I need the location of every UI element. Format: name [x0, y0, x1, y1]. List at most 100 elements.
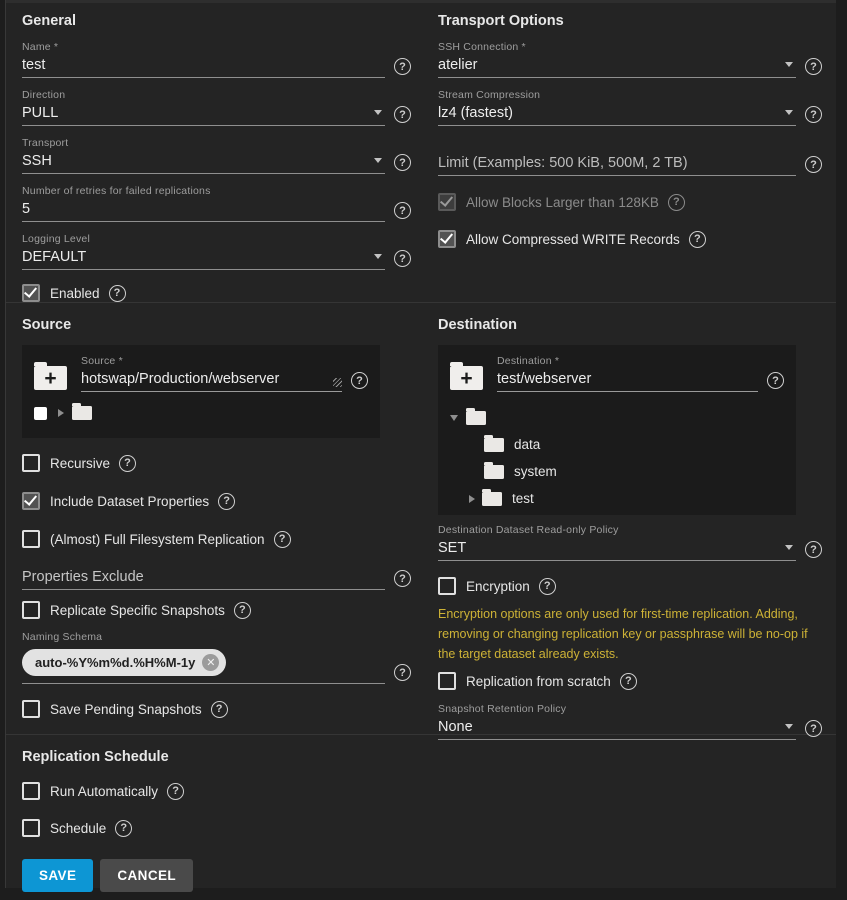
encryption-checkbox-row[interactable]: Encryption ? — [438, 577, 822, 595]
help-icon[interactable]: ? — [234, 602, 251, 619]
full-fs-checkbox[interactable] — [22, 530, 40, 548]
help-icon[interactable]: ? — [668, 194, 685, 211]
naming-schema-field: Naming Schema auto-%Y%m%d.%H%M-1y ✕ ? — [22, 631, 411, 684]
help-icon[interactable]: ? — [689, 231, 706, 248]
enabled-checkbox-row[interactable]: Enabled ? — [22, 284, 411, 302]
help-icon[interactable]: ? — [119, 455, 136, 472]
help-icon[interactable]: ? — [805, 58, 822, 75]
help-icon[interactable]: ? — [394, 154, 411, 171]
stream-compression-select[interactable]: lz4 (fastest) — [438, 105, 796, 126]
logging-level-select[interactable]: DEFAULT — [22, 249, 385, 270]
enabled-checkbox[interactable] — [22, 284, 40, 302]
help-icon[interactable]: ? — [394, 58, 411, 75]
chevron-right-icon[interactable] — [58, 409, 64, 417]
encryption-checkbox[interactable] — [438, 577, 456, 595]
properties-exclude-input[interactable]: Properties Exclude — [22, 569, 385, 590]
allow-blocks-label: Allow Blocks Larger than 128KB — [466, 195, 659, 210]
destination-tree-row-system[interactable]: system — [450, 458, 784, 485]
chevron-right-icon[interactable] — [469, 495, 475, 503]
retries-input[interactable]: 5 — [22, 201, 385, 222]
help-icon[interactable]: ? — [218, 493, 235, 510]
schedule-label: Schedule — [50, 821, 106, 836]
naming-schema-input[interactable]: auto-%Y%m%d.%H%M-1y ✕ — [22, 649, 385, 684]
resize-handle-icon[interactable] — [333, 378, 342, 387]
transport-field: Transport SSH ? — [22, 137, 411, 174]
readonly-policy-select[interactable]: SET — [438, 540, 796, 561]
name-input[interactable]: test — [22, 57, 385, 78]
transport-select[interactable]: SSH — [22, 153, 385, 174]
ssh-connection-select[interactable]: atelier — [438, 57, 796, 78]
destination-picker-label: Destination * — [497, 355, 758, 367]
run-automatically-checkbox[interactable] — [22, 782, 40, 800]
help-icon[interactable]: ? — [167, 783, 184, 800]
encryption-warning-text: Encryption options are only used for fir… — [438, 605, 822, 664]
save-pending-checkbox[interactable] — [22, 700, 40, 718]
save-button[interactable]: SAVE — [22, 859, 93, 892]
tree-item-label: data — [514, 437, 540, 452]
help-icon[interactable]: ? — [274, 531, 291, 548]
full-fs-checkbox-row[interactable]: (Almost) Full Filesystem Replication ? — [22, 530, 411, 548]
ssh-connection-field: SSH Connection * atelier ? — [438, 41, 822, 78]
save-pending-checkbox-row[interactable]: Save Pending Snapshots ? — [22, 700, 411, 718]
allow-compressed-checkbox[interactable] — [438, 230, 456, 248]
direction-select[interactable]: PULL — [22, 105, 385, 126]
recursive-checkbox[interactable] — [22, 454, 40, 472]
destination-tree-row-data[interactable]: data — [450, 431, 784, 458]
from-scratch-checkbox-row[interactable]: Replication from scratch ? — [438, 672, 822, 690]
help-icon[interactable]: ? — [805, 541, 822, 558]
help-icon[interactable]: ? — [115, 820, 132, 837]
readonly-policy-value: SET — [438, 540, 779, 556]
ssh-connection-label: SSH Connection * — [438, 41, 796, 53]
help-icon[interactable]: ? — [351, 372, 368, 389]
readonly-policy-label: Destination Dataset Read-only Policy — [438, 524, 796, 536]
help-icon[interactable]: ? — [805, 156, 822, 173]
help-icon[interactable]: ? — [539, 578, 556, 595]
include-props-checkbox-row[interactable]: Include Dataset Properties ? — [22, 492, 411, 510]
destination-tree-root-row[interactable] — [450, 404, 784, 431]
stream-compression-value: lz4 (fastest) — [438, 105, 779, 121]
include-props-checkbox[interactable] — [22, 492, 40, 510]
folder-icon — [482, 492, 502, 506]
naming-schema-chip[interactable]: auto-%Y%m%d.%H%M-1y ✕ — [22, 649, 226, 676]
help-icon[interactable]: ? — [394, 250, 411, 267]
replicate-specific-label: Replicate Specific Snapshots — [50, 603, 225, 618]
schedule-checkbox-row[interactable]: Schedule ? — [22, 819, 822, 837]
card-top-edge — [6, 0, 836, 3]
replicate-specific-checkbox-row[interactable]: Replicate Specific Snapshots ? — [22, 601, 411, 619]
destination-tree-panel: Destination * test/webserver ? data — [438, 345, 796, 515]
help-icon[interactable]: ? — [109, 285, 126, 302]
help-icon[interactable]: ? — [394, 106, 411, 123]
help-icon[interactable]: ? — [805, 720, 822, 737]
help-icon[interactable]: ? — [394, 570, 411, 587]
tree-checkbox[interactable] — [34, 407, 47, 420]
help-icon[interactable]: ? — [767, 372, 784, 389]
replicate-specific-checkbox[interactable] — [22, 601, 40, 619]
chevron-down-icon — [785, 545, 793, 550]
retries-field: Number of retries for failed replication… — [22, 185, 411, 222]
help-icon[interactable]: ? — [211, 701, 228, 718]
ssh-connection-value: atelier — [438, 57, 779, 73]
help-icon[interactable]: ? — [620, 673, 637, 690]
full-fs-label: (Almost) Full Filesystem Replication — [50, 532, 265, 547]
limit-input[interactable]: Limit (Examples: 500 KiB, 500M, 2 TB) — [438, 155, 796, 176]
destination-tree-row-test[interactable]: test — [450, 485, 784, 512]
destination-picker-input[interactable]: test/webserver — [497, 371, 758, 392]
direction-value: PULL — [22, 105, 368, 121]
chevron-down-icon[interactable] — [450, 415, 458, 421]
recursive-checkbox-row[interactable]: Recursive ? — [22, 454, 411, 472]
from-scratch-checkbox[interactable] — [438, 672, 456, 690]
retention-policy-select[interactable]: None — [438, 719, 796, 740]
chip-close-icon[interactable]: ✕ — [202, 654, 219, 671]
allow-compressed-checkbox-row[interactable]: Allow Compressed WRITE Records ? — [438, 230, 822, 248]
retention-policy-label: Snapshot Retention Policy — [438, 703, 796, 715]
source-picker-input[interactable]: hotswap/Production/webserver — [81, 371, 342, 392]
help-icon[interactable]: ? — [805, 106, 822, 123]
schedule-checkbox[interactable] — [22, 819, 40, 837]
destination-column: Destination Destination * test/webserver… — [433, 317, 822, 751]
help-icon[interactable]: ? — [394, 664, 411, 681]
help-icon[interactable]: ? — [394, 202, 411, 219]
cancel-button[interactable]: CANCEL — [100, 859, 193, 892]
source-tree-root-row[interactable] — [34, 406, 368, 420]
source-tree-panel: Source * hotswap/Production/webserver ? — [22, 345, 380, 438]
run-automatically-checkbox-row[interactable]: Run Automatically ? — [22, 782, 822, 800]
